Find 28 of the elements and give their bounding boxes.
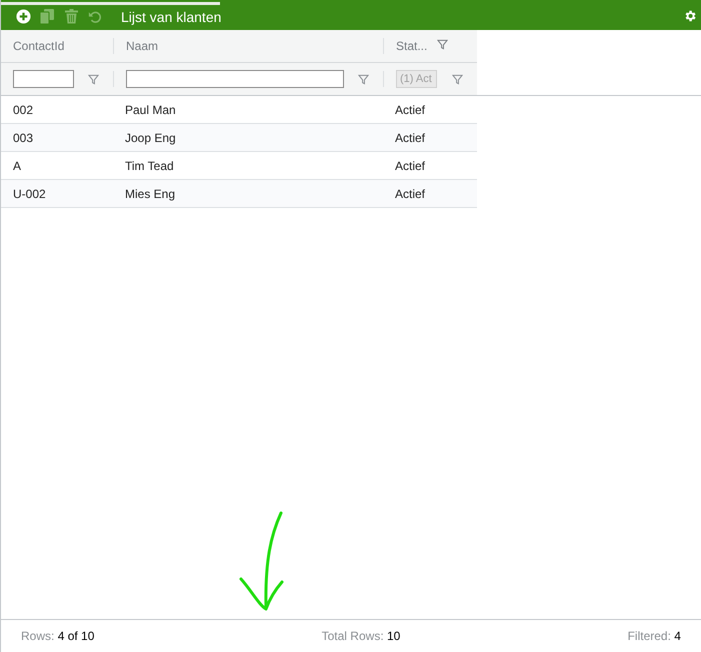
table-cell: U-002 [13, 186, 46, 200]
column-header[interactable]: Stat... [396, 37, 448, 55]
status-text: Filtered: 4 [628, 628, 681, 645]
filter-icon[interactable] [452, 74, 463, 84]
filter-icon[interactable] [358, 74, 369, 84]
table-cell: Tim Tead [125, 158, 174, 172]
table-row[interactable]: 003 Joop Eng Actief [1, 124, 477, 152]
table-cell: Actief [395, 102, 426, 116]
column-header[interactable]: Naam [126, 37, 158, 55]
table-cell: Mies Eng [125, 186, 176, 200]
table-cell: 002 [13, 102, 34, 116]
table-cell: A [13, 158, 22, 172]
table-cell: Actief [395, 186, 426, 200]
column-header[interactable]: ContactId [13, 37, 64, 55]
table-cell: 003 [13, 130, 34, 144]
table-cell: Actief [395, 130, 426, 144]
filter-field[interactable] [126, 70, 344, 88]
table-row[interactable]: U-002 Mies Eng Actief [1, 180, 477, 208]
table-cell: Actief [395, 158, 426, 172]
filter-icon[interactable] [437, 39, 448, 50]
filter-icon[interactable] [88, 74, 99, 84]
status-text: Rows: 4 of 10 [21, 628, 94, 645]
table-cell: Paul Man [125, 102, 176, 116]
window-title: Lijst van klanten [121, 8, 222, 27]
filter-field[interactable] [13, 70, 74, 88]
status-text: Total Rows: 10 [322, 628, 400, 645]
settings-icon[interactable] [683, 9, 697, 23]
table-cell: Joop Eng [125, 130, 176, 144]
